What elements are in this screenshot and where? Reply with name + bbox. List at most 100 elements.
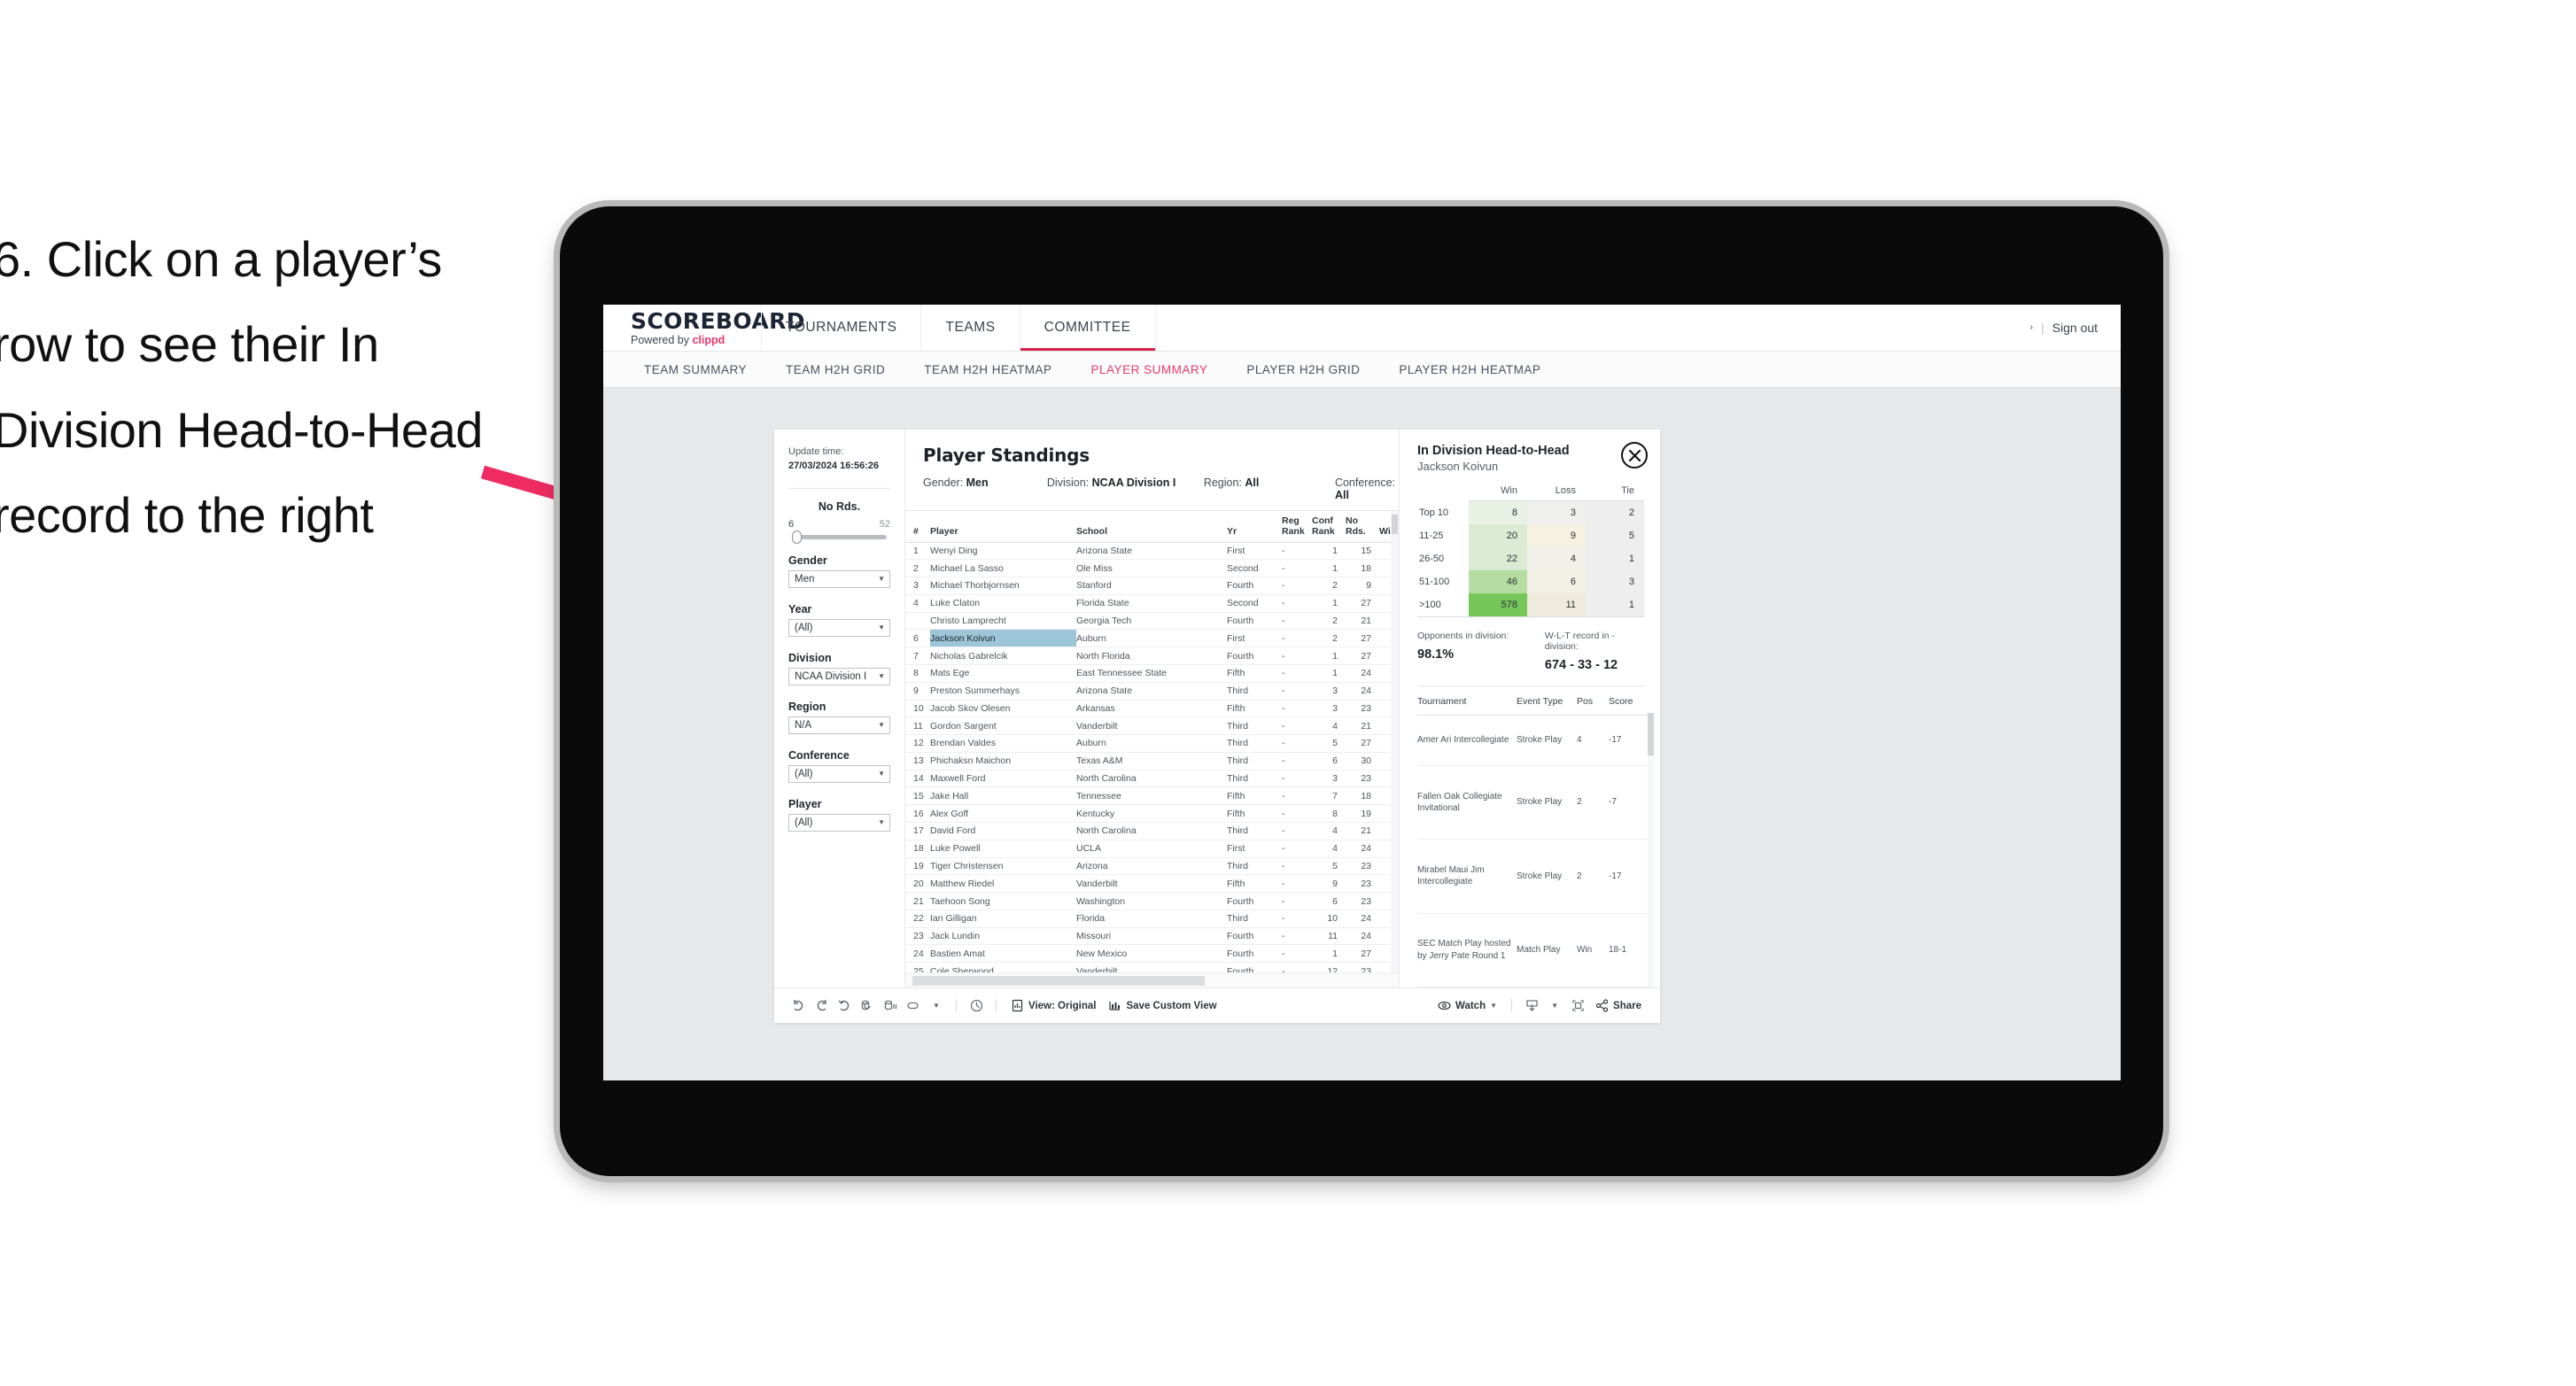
table-row[interactable]: 25Cole SherwoodVanderbiltFourth-12231 — [905, 962, 1391, 972]
filter-select-region[interactable]: N/A ▼ — [788, 716, 890, 734]
table-row[interactable]: 6Jackson KoivunAuburnFirst-2271 — [905, 629, 1391, 648]
filter-select-player[interactable]: (All) ▼ — [788, 813, 890, 832]
cell-pos: Win — [1577, 913, 1609, 988]
undo-icon[interactable] — [787, 995, 810, 1018]
cell-rank: 18 — [905, 840, 930, 858]
table-row[interactable]: 2Michael La SassoOle MissSecond-1180 — [905, 559, 1391, 578]
table-row[interactable]: 17David FordNorth CarolinaThird-4211 — [905, 822, 1391, 840]
cell-school: Auburn — [1076, 734, 1227, 753]
tab-team-h2h-heatmap[interactable]: TEAM H2H HEATMAP — [904, 363, 1071, 376]
table-row[interactable]: 21Taehoon SongWashingtonFourth-6231 — [905, 892, 1391, 910]
scrollbar-thumb[interactable] — [1392, 515, 1398, 534]
col-no-rds[interactable]: No Rds. — [1346, 511, 1379, 543]
fullscreen-icon[interactable] — [1566, 995, 1589, 1018]
col-reg-rank[interactable]: Reg Rank — [1282, 511, 1312, 543]
table-row[interactable]: 23Jack LundinMissouriFourth-11240 — [905, 927, 1391, 946]
table-row[interactable]: 13Phichaksn MaichonTexas A&MThird-6301 — [905, 752, 1391, 770]
cell-reg-rank: - — [1282, 629, 1312, 648]
scrollbar-thumb[interactable] — [912, 976, 1205, 986]
table-row[interactable]: 5Christo LamprechtGeorgia TechFourth-221… — [905, 612, 1391, 631]
table-row[interactable]: 16Alex GoffKentuckyFifth-8190 — [905, 804, 1391, 823]
col-yr[interactable]: Yr — [1227, 511, 1282, 543]
cell-player: Nicholas Gabrelcik — [930, 647, 1076, 665]
cell-no-rds: 23 — [1346, 874, 1379, 894]
filter-select-division[interactable]: NCAA Division I ▼ — [788, 667, 890, 685]
table-row[interactable]: 11Gordon SargentVanderbiltThird-4210 — [905, 716, 1391, 736]
table-row[interactable]: 1Wenyi DingArizona StateFirst-1151 — [905, 542, 1391, 561]
table-row[interactable]: 9 Preston Summerhays Arizona State Third -3 2… — [905, 682, 1391, 701]
h2h-cell-loss: 6 — [1527, 570, 1586, 593]
account-chevron-icon[interactable]: › — [2029, 322, 2033, 333]
table-row[interactable]: 22Ian GilliganFloridaThird-10241 — [905, 910, 1391, 928]
cell-wins: 0 — [1379, 874, 1391, 894]
tab-player-summary[interactable]: PLAYER SUMMARY — [1072, 363, 1228, 376]
col-wins[interactable]: Wins — [1379, 511, 1391, 543]
table-row[interactable]: 12Brendan ValdesAuburnThird-5270 — [905, 734, 1391, 753]
sign-out-link[interactable]: Sign out — [2052, 321, 2098, 335]
summary-region: Region: All — [1204, 476, 1335, 501]
table-row[interactable]: 15Jake HallTennesseeFifth-7180 — [905, 786, 1391, 806]
nav-item-teams[interactable]: TEAMS — [920, 305, 1019, 351]
table-row[interactable]: 24Bastien AmatNew MexicoFourth-1272 — [905, 944, 1391, 964]
tab-player-h2h-heatmap[interactable]: PLAYER H2H HEATMAP — [1379, 363, 1560, 376]
redo-icon[interactable] — [810, 995, 833, 1018]
cell-player: Mats Ege — [930, 664, 1076, 683]
table-row[interactable]: 19Tiger ChristensenArizonaThird-5232 — [905, 857, 1391, 876]
cell-conf-rank: 1 — [1312, 559, 1346, 578]
close-icon[interactable] — [1621, 442, 1648, 468]
cell-player: Tiger Christensen — [930, 857, 1076, 876]
cell-wins: 1 — [1379, 840, 1391, 858]
chevron-down-icon[interactable]: ▼ — [1543, 995, 1566, 1018]
pause-refresh-icon[interactable] — [965, 995, 988, 1018]
table-row[interactable]: 18Luke PowellUCLAFirst-4241 — [905, 840, 1391, 858]
table-row[interactable]: 14Maxwell FordNorth CarolinaThird-3230 — [905, 770, 1391, 788]
tournament-row[interactable]: SEC Match Play hosted by Jerry Pate Roun… — [1417, 913, 1648, 988]
standings-horizontal-scrollbar[interactable] — [905, 972, 1399, 987]
share-button[interactable]: Share — [1589, 999, 1648, 1012]
pause-auto-update-icon[interactable] — [902, 995, 925, 1018]
filter-select-gender[interactable]: Men ▼ — [788, 569, 890, 588]
col-rank[interactable]: # — [905, 511, 930, 543]
download-icon[interactable] — [1520, 995, 1543, 1018]
tournament-row[interactable]: Fallen Oak Collegiate Invitational Stroke… — [1417, 765, 1648, 840]
cell-reg-rank: - — [1282, 892, 1312, 910]
table-row[interactable]: 7 Nicholas Gabrelcik North Florida Fourth -1… — [905, 647, 1391, 665]
tab-player-h2h-grid[interactable]: PLAYER H2H GRID — [1227, 363, 1379, 376]
col-player[interactable]: Player — [930, 511, 1076, 543]
tournament-row[interactable]: Mirabel Maui Jim Intercollegiate Stroke P… — [1417, 839, 1648, 914]
save-custom-view-button[interactable]: Save Custom View — [1102, 999, 1222, 1012]
no-rounds-slider[interactable] — [792, 530, 887, 544]
cell-player: David Ford — [930, 822, 1076, 840]
nav-item-committee[interactable]: COMMITTEE — [1019, 305, 1156, 351]
table-row[interactable]: 3Michael ThorbjornsenStanfordFourth-291 — [905, 577, 1391, 595]
col-school[interactable]: School — [1076, 511, 1227, 543]
h2h-bucket-label: 51-100 — [1417, 570, 1469, 593]
refresh-data-icon[interactable] — [856, 995, 879, 1018]
filter-select-conference[interactable]: (All) ▼ — [788, 764, 890, 783]
chevron-down-icon[interactable]: ▼ — [925, 995, 948, 1018]
view-original-button[interactable]: View: Original — [1005, 999, 1102, 1012]
scrollbar-thumb[interactable] — [1648, 713, 1654, 755]
tournament-row[interactable]: Amer Ari Intercollegiate Stroke Play 4 -17 — [1417, 715, 1648, 766]
table-row[interactable]: 20Matthew RiedelVanderbiltFifth-9230 — [905, 874, 1391, 894]
watch-button[interactable]: Watch ▼ — [1432, 999, 1503, 1012]
filter-select-year[interactable]: (All) ▼ — [788, 618, 890, 637]
tab-team-h2h-grid[interactable]: TEAM H2H GRID — [766, 363, 904, 376]
cell-reg-rank: - — [1282, 804, 1312, 823]
no-rounds-slider-handle[interactable] — [792, 530, 802, 544]
table-row[interactable]: 10Jacob Skov OlesenArkansasFifth-3230 — [905, 700, 1391, 718]
summary-division-label: Division: — [1046, 476, 1092, 489]
cell-no-rds: 15 — [1346, 542, 1379, 561]
tournament-vertical-scrollbar[interactable] — [1648, 713, 1654, 987]
summary-division: Division: NCAA Division I — [1047, 476, 1204, 501]
tab-team-summary[interactable]: TEAM SUMMARY — [625, 363, 766, 376]
summary-conference: Conference: All — [1335, 476, 1399, 501]
col-conf-rank[interactable]: Conf Rank — [1312, 511, 1346, 543]
pause-data-icon[interactable] — [879, 995, 902, 1018]
brand-logo[interactable]: SCOREBOARD Powered by clippd — [603, 305, 805, 351]
table-row[interactable]: 8Mats EgeEast Tennessee StateFifth-1242 — [905, 664, 1391, 683]
nav-item-tournaments[interactable]: TOURNAMENTS — [761, 305, 920, 351]
table-row[interactable]: 4Luke ClatonFlorida StateSecond-1272 — [905, 594, 1391, 613]
standings-vertical-scrollbar[interactable] — [1391, 511, 1399, 972]
revert-icon[interactable] — [833, 995, 856, 1018]
